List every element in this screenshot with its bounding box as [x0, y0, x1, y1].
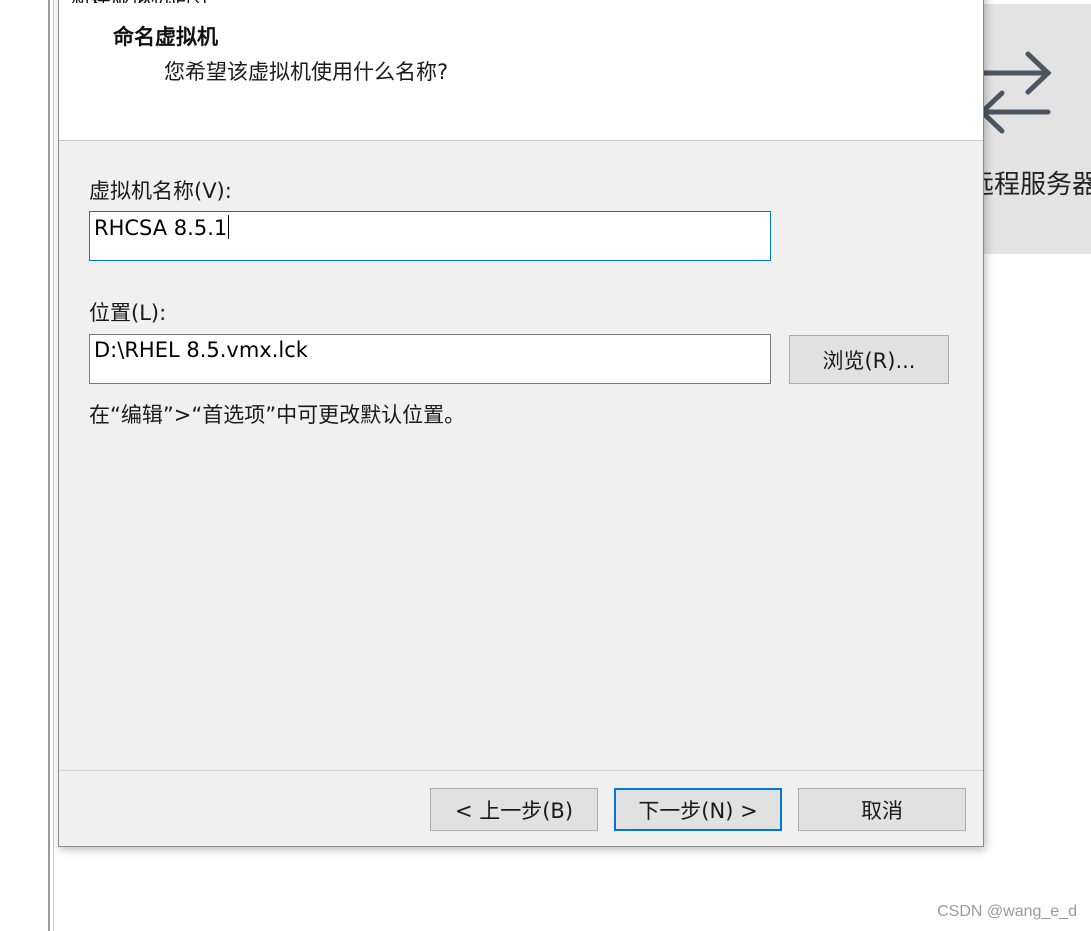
footer-divider: [59, 770, 983, 771]
wizard-header: 命名虚拟机 您希望该虚拟机使用什么名称?: [59, 3, 983, 141]
cancel-button[interactable]: 取消: [798, 788, 966, 831]
next-button[interactable]: 下一步(N) >: [614, 788, 782, 831]
back-button[interactable]: < 上一步(B): [430, 788, 598, 831]
location-label: 位置(L):: [89, 301, 167, 325]
remote-server-label: 远程服务器: [968, 170, 1091, 200]
text-caret: [228, 215, 230, 239]
vm-name-input[interactable]: RHCSA 8.5.1: [89, 211, 771, 261]
browse-button[interactable]: 浏览(R)...: [789, 335, 949, 384]
location-value: D:\RHEL 8.5.vmx.lck: [94, 338, 308, 362]
location-hint: 在“编辑”>“首选项”中可更改默认位置。: [89, 403, 466, 427]
location-input[interactable]: D:\RHEL 8.5.vmx.lck: [89, 334, 771, 384]
page-title: 命名虚拟机: [113, 25, 218, 49]
watermark: CSDN @wang_e_d: [937, 903, 1077, 920]
vm-name-value: RHCSA 8.5.1: [94, 216, 228, 240]
background-window-edge: [48, 0, 50, 931]
background-window-edge-inner: [53, 0, 54, 931]
vm-name-label: 虚拟机名称(V):: [89, 179, 232, 203]
page-subtitle: 您希望该虚拟机使用什么名称?: [164, 60, 449, 84]
swap-arrows-icon: [978, 51, 1052, 134]
remote-server-tile[interactable]: 远程服务器: [968, 4, 1091, 254]
new-vm-wizard-dialog: 新建虚拟机向导 ✕ 命名虚拟机 您希望该虚拟机使用什么名称? 虚拟机名称(V):…: [58, 0, 984, 847]
